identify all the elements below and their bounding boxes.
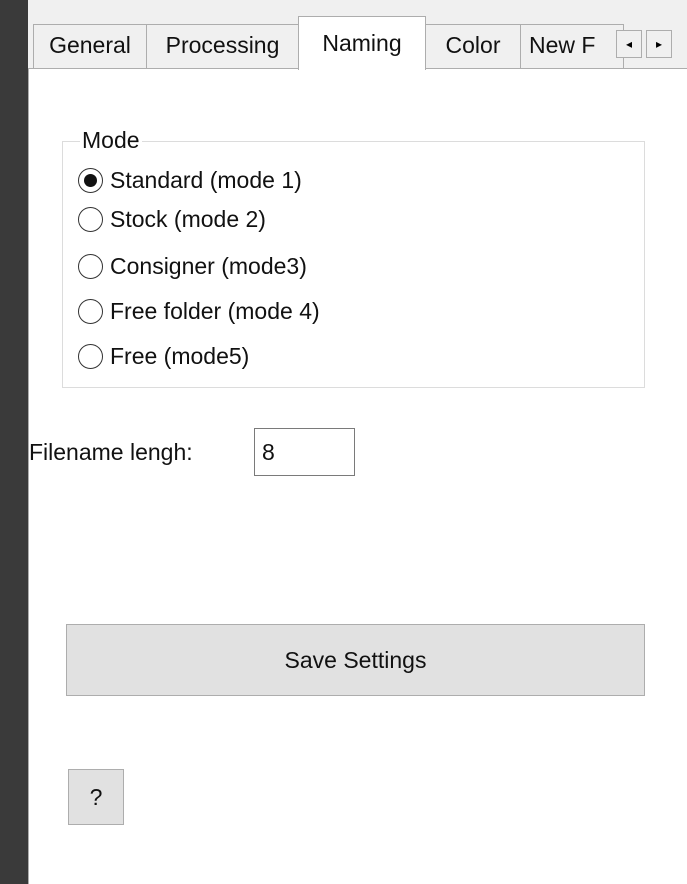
tab-processing[interactable]: Processing xyxy=(146,24,299,69)
settings-window: General Processing Naming Color New F ◂ … xyxy=(0,0,687,884)
radio-circle[interactable] xyxy=(78,343,103,369)
radio-circle[interactable] xyxy=(78,298,103,324)
radio-free-folder-mode-4[interactable]: Free folder (mode 4) xyxy=(78,294,320,328)
radio-label: Consigner (mode3) xyxy=(110,252,307,279)
help-button[interactable]: ? xyxy=(68,769,124,825)
naming-tab-panel: Mode Standard (mode 1) Stock (mode 2) Co… xyxy=(28,68,687,884)
radio-consigner-mode3[interactable]: Consigner (mode3) xyxy=(78,249,307,283)
radio-stock-mode-2[interactable]: Stock (mode 2) xyxy=(78,202,266,236)
radio-label: Stock (mode 2) xyxy=(110,205,266,232)
save-settings-button[interactable]: Save Settings xyxy=(66,624,645,696)
radio-circle[interactable] xyxy=(78,253,103,279)
tab-naming[interactable]: Naming xyxy=(298,16,426,70)
triangle-left-icon[interactable]: ◂ xyxy=(616,30,642,58)
filename-length-input[interactable] xyxy=(254,428,355,476)
tab-general[interactable]: General xyxy=(33,24,147,69)
radio-circle[interactable] xyxy=(78,206,103,232)
tab-color[interactable]: Color xyxy=(425,24,521,69)
radio-free-mode5[interactable]: Free (mode5) xyxy=(78,339,249,373)
radio-standard-mode-1[interactable]: Standard (mode 1) xyxy=(78,163,302,197)
radio-selected-dot xyxy=(84,173,97,187)
tab-new-f[interactable]: New F xyxy=(520,24,624,69)
tab-strip: General Processing Naming Color New F ◂ … xyxy=(28,0,687,70)
radio-label: Free (mode5) xyxy=(110,342,250,369)
radio-label: Free folder (mode 4) xyxy=(110,297,320,324)
filename-length-label: Filename lengh: xyxy=(29,439,193,465)
radio-label: Standard (mode 1) xyxy=(110,166,302,193)
mode-group-legend: Mode xyxy=(80,125,142,155)
radio-circle[interactable] xyxy=(78,167,103,193)
triangle-right-icon[interactable]: ▸ xyxy=(646,30,672,58)
